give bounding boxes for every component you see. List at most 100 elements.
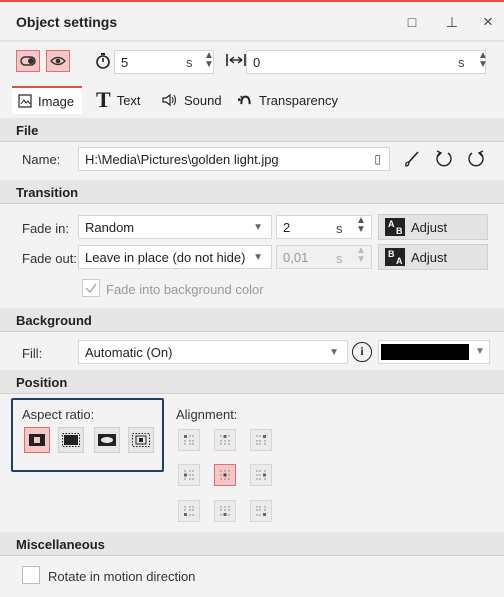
fade-in-duration-value: 2 (283, 220, 291, 235)
rotate-right-button[interactable] (462, 146, 490, 172)
align-top-left-icon (184, 435, 194, 445)
close-button[interactable]: × (478, 12, 498, 32)
align-bottom-left[interactable] (178, 500, 200, 522)
tab-text[interactable]: T Text (90, 86, 154, 114)
section-file: File (0, 118, 504, 142)
aspect-fill-icon (62, 433, 80, 447)
fade-out-adjust-button[interactable]: B A Adjust (378, 244, 488, 270)
align-top-center[interactable] (214, 429, 236, 451)
alignment-label: Alignment: (176, 407, 238, 422)
align-middle-right[interactable] (250, 464, 272, 486)
duration-spinner[interactable]: ▲ ▼ (204, 51, 214, 70)
align-middle-right-icon (256, 470, 266, 480)
fade-in-adjust-label: Adjust (411, 219, 448, 235)
align-bottom-center[interactable] (214, 500, 236, 522)
eye-icon (50, 56, 66, 66)
fade-out-spinner[interactable]: ▲ ▼ (356, 246, 366, 265)
svg-text:A: A (396, 256, 403, 266)
align-bottom-left-icon (184, 506, 194, 516)
align-center[interactable] (214, 464, 236, 486)
rotate-left-button[interactable] (430, 146, 458, 172)
duration-unit: s (186, 55, 193, 70)
section-transition: Transition (0, 180, 504, 204)
eye-toggle[interactable] (46, 50, 70, 72)
section-position: Position (0, 370, 504, 394)
fade-in-dropdown[interactable]: Random ▼ (78, 215, 272, 239)
offset-input[interactable]: 0 (246, 50, 486, 74)
text-icon: T (96, 87, 111, 112)
chevron-down-icon: ▼ (253, 222, 263, 233)
file-name-input[interactable]: H:\Media\Pictures\golden light.jpg ▯ (78, 147, 390, 171)
fade-bg-checkbox[interactable] (82, 279, 100, 297)
rotate-left-icon (436, 150, 452, 167)
align-middle-left-icon (184, 470, 194, 480)
name-label: Name: (22, 152, 61, 167)
aspect-original-icon (132, 433, 150, 447)
fade-out-duration-value: 0,01 (283, 250, 309, 265)
align-top-right[interactable] (250, 429, 272, 451)
tab-text-label: Text (116, 92, 141, 108)
rotate-right-icon (468, 150, 484, 167)
align-top-center-icon (220, 435, 230, 445)
restore-button[interactable]: □ (402, 12, 422, 32)
checkmark-icon (85, 283, 97, 294)
image-icon (18, 94, 32, 108)
edit-image-button[interactable] (398, 146, 426, 172)
aspect-fit-button[interactable] (24, 427, 50, 453)
section-misc: Miscellaneous (0, 532, 504, 556)
fade-out-label: Fade out: (22, 251, 77, 266)
aspect-fit-icon (29, 434, 45, 446)
chevron-down-icon: ▼ (329, 347, 339, 358)
fill-color-picker[interactable]: ▼ (378, 340, 490, 364)
fade-out-dropdown[interactable]: Leave in place (do not hide) ▼ (78, 245, 272, 269)
info-icon[interactable]: i (352, 342, 372, 362)
fill-label: Fill: (22, 346, 43, 361)
tab-image[interactable]: Image (12, 86, 82, 114)
align-center-icon (220, 470, 230, 480)
ab-transition-icon: A B (385, 218, 405, 236)
align-top-right-icon (256, 435, 266, 445)
title-divider (0, 40, 504, 42)
align-bottom-right[interactable] (250, 500, 272, 522)
section-misc-title: Miscellaneous (16, 537, 105, 552)
ba-transition-icon: B A (385, 248, 405, 266)
fade-in-value: Random (85, 220, 135, 235)
fade-out-adjust-label: Adjust (411, 249, 448, 265)
svg-text:A: A (388, 219, 395, 229)
offset-icon (226, 53, 246, 70)
window-title: Object settings (16, 14, 118, 30)
fade-in-spinner[interactable]: ▲ ▼ (356, 216, 366, 235)
align-bottom-right-icon (256, 506, 266, 516)
pin-button[interactable]: ⊥ (442, 12, 462, 32)
brush-icon (405, 151, 419, 167)
aspect-original-button[interactable] (128, 427, 154, 453)
tab-image-label: Image (38, 93, 75, 109)
fade-in-adjust-button[interactable]: A B Adjust (378, 214, 488, 240)
aspect-stretch-icon (98, 434, 116, 446)
chevron-down-icon: ▼ (253, 252, 263, 263)
duration-input[interactable]: 5 (114, 50, 214, 74)
section-background: Background (0, 308, 504, 332)
file-name-value: H:\Media\Pictures\golden light.jpg (85, 152, 279, 167)
fill-dropdown[interactable]: Automatic (On) ▼ (78, 340, 348, 364)
tab-transparency[interactable]: Transparency (232, 86, 344, 114)
section-file-title: File (16, 123, 39, 138)
align-middle-left[interactable] (178, 464, 200, 486)
tab-sound[interactable]: Sound (156, 86, 230, 114)
duration-value: 5 (121, 55, 129, 70)
align-top-left[interactable] (178, 429, 200, 451)
fill-value: Automatic (On) (85, 345, 173, 360)
browse-file-icon[interactable]: ▯ (374, 152, 381, 166)
offset-spinner[interactable]: ▲ ▼ (478, 51, 488, 70)
tab-sound-label: Sound (184, 92, 222, 108)
fade-in-label: Fade in: (22, 221, 69, 236)
aspect-fill-button[interactable] (58, 427, 84, 453)
section-transition-title: Transition (16, 185, 79, 200)
aspect-ellipse-button[interactable] (94, 427, 120, 453)
rotate-motion-label: Rotate in motion direction (48, 569, 196, 584)
fade-in-unit: s (336, 221, 343, 236)
visibility-toggle[interactable] (16, 50, 40, 72)
rotate-motion-checkbox[interactable] (22, 566, 40, 584)
fade-out-unit: s (336, 251, 343, 266)
toggle-on-icon (20, 56, 36, 66)
